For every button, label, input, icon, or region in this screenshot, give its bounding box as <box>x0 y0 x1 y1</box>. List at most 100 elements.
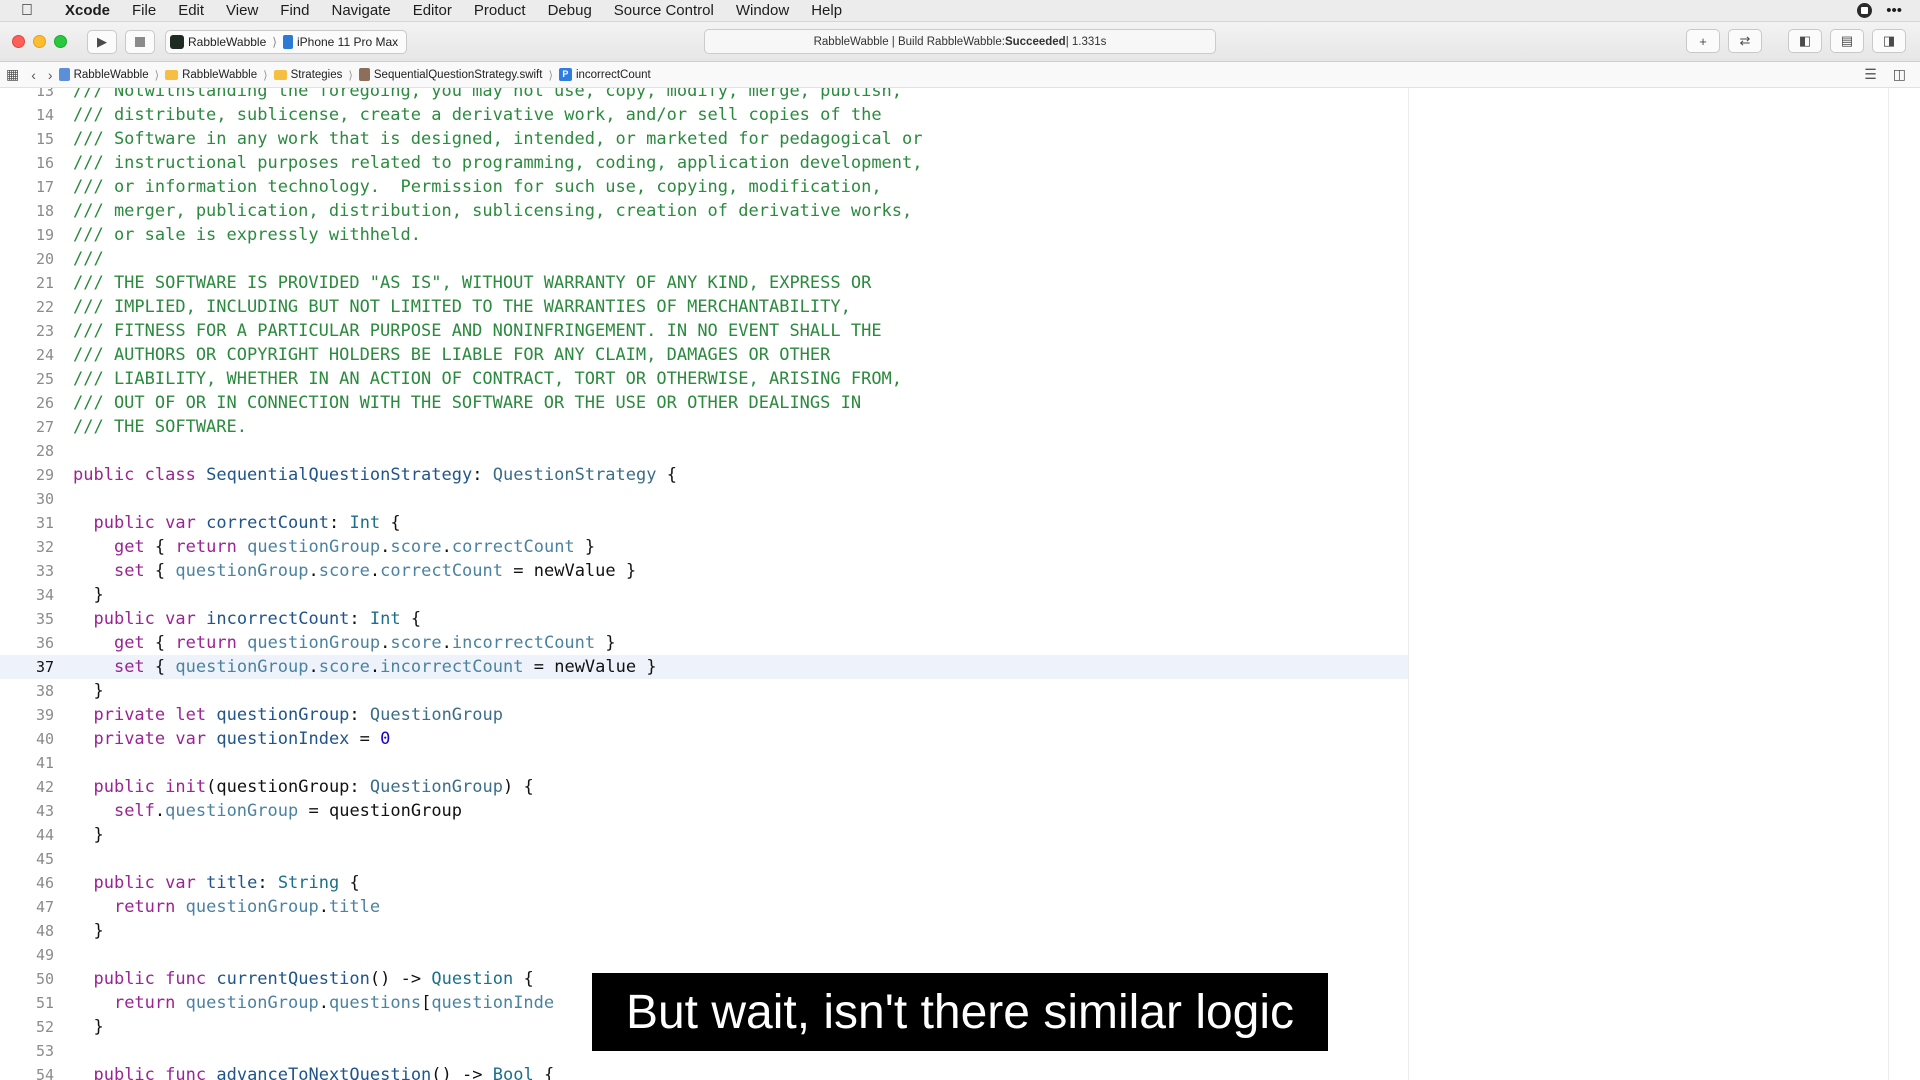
activity-prefix: RabbleWabble | Build RabbleWabble: <box>813 35 1005 48</box>
code-line[interactable]: 22 /// IMPLIED, INCLUDING BUT NOT LIMITED… <box>0 295 1408 319</box>
menu-navigate[interactable]: Navigate <box>320 2 401 19</box>
menu-debug[interactable]: Debug <box>537 2 603 19</box>
back-arrow-icon[interactable]: ‹ <box>25 67 42 83</box>
screen-recording-icon[interactable] <box>1857 3 1873 18</box>
code-line[interactable]: 31 public var correctCount: Int { <box>0 511 1408 535</box>
vertical-scrollbar[interactable] <box>1888 88 1920 1080</box>
code-line[interactable]: 24 /// AUTHORS OR COPYRIGHT HOLDERS BE LI… <box>0 343 1408 367</box>
code-line[interactable]: 49 <box>0 943 1408 967</box>
code-line[interactable]: 16 /// instructional purposes related to … <box>0 151 1408 175</box>
minimap[interactable] <box>1408 88 1888 1080</box>
code-line[interactable]: 41 <box>0 751 1408 775</box>
code-line[interactable]: 47 return questionGroup.title <box>0 895 1408 919</box>
line-code: public class SequentialQuestionStrategy:… <box>73 465 677 485</box>
close-window-button[interactable] <box>12 35 25 48</box>
code-line[interactable]: 13 /// Notwithstanding the foregoing, you… <box>0 88 1408 103</box>
related-items-icon[interactable]: ▦ <box>0 66 25 83</box>
library-button[interactable]: + <box>1686 29 1720 53</box>
breadcrumb-group[interactable]: RabbleWabble <box>165 69 257 81</box>
line-number: 20 <box>35 250 54 268</box>
add-editor-icon[interactable]: ◫ <box>1893 66 1906 83</box>
code-line[interactable]: 43 self.questionGroup = questionGroup <box>0 799 1408 823</box>
code-line[interactable]: 44 } <box>0 823 1408 847</box>
source-editor[interactable]: 13 /// Notwithstanding the foregoing, you… <box>0 88 1408 1080</box>
code-line[interactable]: 34 } <box>0 583 1408 607</box>
menu-window[interactable]: Window <box>725 2 800 19</box>
toggle-debug-area-button[interactable]: ▤ <box>1830 29 1864 53</box>
code-line[interactable]: 23 /// FITNESS FOR A PARTICULAR PURPOSE A… <box>0 319 1408 343</box>
line-number: 13 <box>35 88 54 100</box>
code-line[interactable]: 28 <box>0 439 1408 463</box>
code-line[interactable]: 21 /// THE SOFTWARE IS PROVIDED "AS IS", … <box>0 271 1408 295</box>
code-line[interactable]: 17 /// or information technology. Permiss… <box>0 175 1408 199</box>
code-line-current[interactable]: 37 set { questionGroup.score.incorrectCo… <box>0 655 1408 679</box>
line-code: return questionGroup.title <box>113 897 381 917</box>
code-line[interactable]: 30 <box>0 487 1408 511</box>
menu-help[interactable]: Help <box>800 2 853 19</box>
line-number: 37 <box>35 658 54 676</box>
line-number: 51 <box>35 994 54 1012</box>
code-line[interactable]: 15 /// Software in any work that is desig… <box>0 127 1408 151</box>
line-number: 36 <box>35 634 54 652</box>
line-number: 25 <box>35 370 54 388</box>
code-line[interactable]: 40 private var questionIndex = 0 <box>0 727 1408 751</box>
code-line[interactable]: 33 set { questionGroup.score.correctCoun… <box>0 559 1408 583</box>
toggle-navigator-button[interactable]: ◧ <box>1788 29 1822 53</box>
line-number: 50 <box>35 970 54 988</box>
code-line[interactable]: 48 } <box>0 919 1408 943</box>
line-number: 53 <box>35 1042 54 1060</box>
code-line[interactable]: 32 get { return questionGroup.score.corr… <box>0 535 1408 559</box>
breadcrumb-project[interactable]: RabbleWabble <box>58 68 149 81</box>
zoom-window-button[interactable] <box>54 35 67 48</box>
code-line[interactable]: 20 /// <box>0 247 1408 271</box>
line-code: public func currentQuestion() -> Questio… <box>93 969 534 989</box>
apple-icon[interactable]:  <box>0 2 54 20</box>
line-code: return questionGroup.questions[questionI… <box>113 993 555 1013</box>
right-panel-icon: ◨ <box>1882 33 1896 48</box>
menu-source-control[interactable]: Source Control <box>603 2 725 19</box>
code-line[interactable]: 39 private let questionGroup: QuestionGr… <box>0 703 1408 727</box>
line-code: /// <box>73 249 104 269</box>
code-line[interactable]: 42 public init(questionGroup: QuestionGr… <box>0 775 1408 799</box>
window-controls <box>0 35 67 48</box>
toggle-inspector-button[interactable]: ◨ <box>1872 29 1906 53</box>
code-line[interactable]: 35 public var incorrectCount: Int { <box>0 607 1408 631</box>
forward-arrow-icon[interactable]: › <box>42 67 59 83</box>
code-line[interactable]: 19 /// or sale is expressly withheld. <box>0 223 1408 247</box>
code-line[interactable]: 45 <box>0 847 1408 871</box>
code-line[interactable]: 54 public func advanceToNextQuestion() -… <box>0 1063 1408 1080</box>
line-code: public var title: String { <box>93 873 360 893</box>
breadcrumb-symbol[interactable]: PincorrectCount <box>558 68 651 81</box>
code-line[interactable]: 27 /// THE SOFTWARE. <box>0 415 1408 439</box>
editor-options-icon[interactable]: ☰ <box>1864 66 1877 83</box>
code-review-button[interactable]: ⇄ <box>1728 29 1762 53</box>
code-line[interactable]: 38 } <box>0 679 1408 703</box>
menu-view[interactable]: View <box>215 2 269 19</box>
menu-edit[interactable]: Edit <box>167 2 215 19</box>
code-line[interactable]: 14 /// distribute, sublicense, create a d… <box>0 103 1408 127</box>
scheme-selector[interactable]: RabbleWabble ⟩ iPhone 11 Pro Max <box>165 29 408 54</box>
line-number: 35 <box>35 610 54 628</box>
run-button[interactable]: ▶ <box>87 29 117 54</box>
more-icon[interactable]: ••• <box>1886 2 1902 19</box>
breadcrumb-file[interactable]: SequentialQuestionStrategy.swift <box>358 68 542 81</box>
activity-viewer[interactable]: RabbleWabble | Build RabbleWabble: Succe… <box>704 29 1216 54</box>
code-line[interactable]: 26 /// OUT OF OR IN CONNECTION WITH THE S… <box>0 391 1408 415</box>
code-line[interactable]: 46 public var title: String { <box>0 871 1408 895</box>
chevron-right-icon: ⟩ <box>263 69 268 82</box>
menu-app-name[interactable]: Xcode <box>54 2 121 19</box>
minimize-window-button[interactable] <box>33 35 46 48</box>
code-line[interactable]: 18 /// merger, publication, distribution,… <box>0 199 1408 223</box>
menu-file[interactable]: File <box>121 2 167 19</box>
code-line[interactable]: 29 public class SequentialQuestionStrateg… <box>0 463 1408 487</box>
menu-find[interactable]: Find <box>269 2 320 19</box>
code-line[interactable]: 25 /// LIABILITY, WHETHER IN AN ACTION OF… <box>0 367 1408 391</box>
line-number: 18 <box>35 202 54 220</box>
menu-editor[interactable]: Editor <box>402 2 463 19</box>
swap-arrows-icon: ⇄ <box>1739 33 1751 48</box>
menu-product[interactable]: Product <box>463 2 537 19</box>
breadcrumb-folder[interactable]: Strategies <box>273 69 342 81</box>
stop-button[interactable] <box>125 29 155 54</box>
line-code: /// distribute, sublicense, create a der… <box>73 105 882 125</box>
code-line[interactable]: 36 get { return questionGroup.score.inco… <box>0 631 1408 655</box>
